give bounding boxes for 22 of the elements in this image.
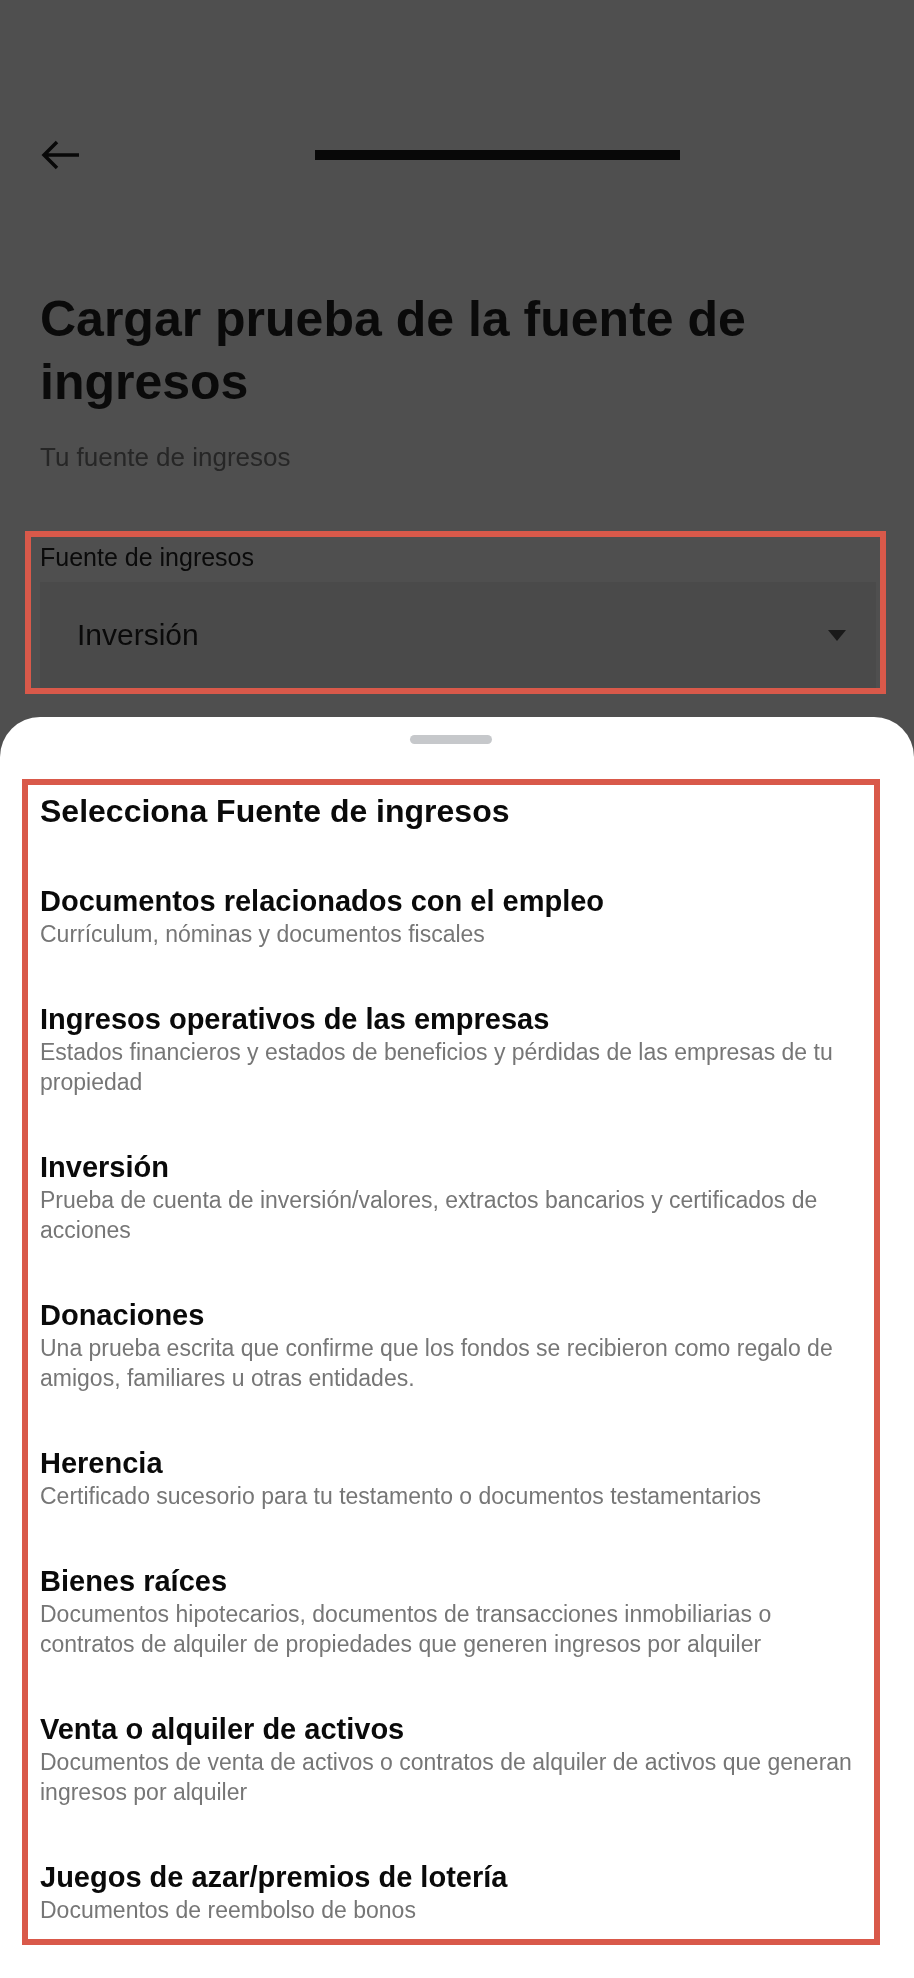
page-title: Cargar prueba de la fuente de ingresos xyxy=(40,290,747,412)
option-description: Documentos de reembolso de bonos xyxy=(40,1896,417,1925)
back-arrow-icon xyxy=(41,139,81,171)
option-title[interactable]: Ingresos operativos de las empresas xyxy=(40,1001,868,1037)
drag-handle[interactable] xyxy=(410,735,492,744)
option-title[interactable]: Donaciones xyxy=(40,1297,868,1333)
option-title[interactable]: Documentos relacionados con el empleo xyxy=(40,883,868,919)
caret-icon xyxy=(828,629,846,641)
sheet-title: Selecciona Fuente de ingresos xyxy=(40,792,511,831)
option-title[interactable]: Venta o alquiler de activos xyxy=(40,1711,868,1747)
option-description: Documentos de venta de activos o contratos de alquiler de activos que generan ingresos por alquiler xyxy=(40,1748,853,1807)
option-description: Certificado sucesorio para tu testamento o documentos testamentarios xyxy=(40,1482,763,1511)
option-description: Documentos hipotecarios, documentos de transacciones inmobiliarias o contratos de alquiler de propiedades que generen ingresos por alquiler xyxy=(40,1600,773,1659)
option-description: Prueba de cuenta de inversión/valores, extractos bancarios y certificados de acciones xyxy=(40,1186,819,1245)
option-title[interactable]: Inversión xyxy=(40,1149,868,1185)
option-description: Una prueba escrita que confirme que los fondos se recibieron como regalo de amigos, familiares u otras entidades. xyxy=(40,1334,834,1393)
option-description: Currículum, nóminas y documentos fiscales xyxy=(40,920,486,949)
field-label: Fuente de ingresos xyxy=(40,543,256,572)
option-title[interactable]: Juegos de azar/premios de lotería xyxy=(40,1859,868,1895)
option-description: Estados financieros y estados de beneficios y pérdidas de las empresas de tu propiedad xyxy=(40,1038,834,1097)
option-title[interactable]: Bienes raíces xyxy=(40,1563,868,1599)
option-title[interactable]: Herencia xyxy=(40,1445,868,1481)
